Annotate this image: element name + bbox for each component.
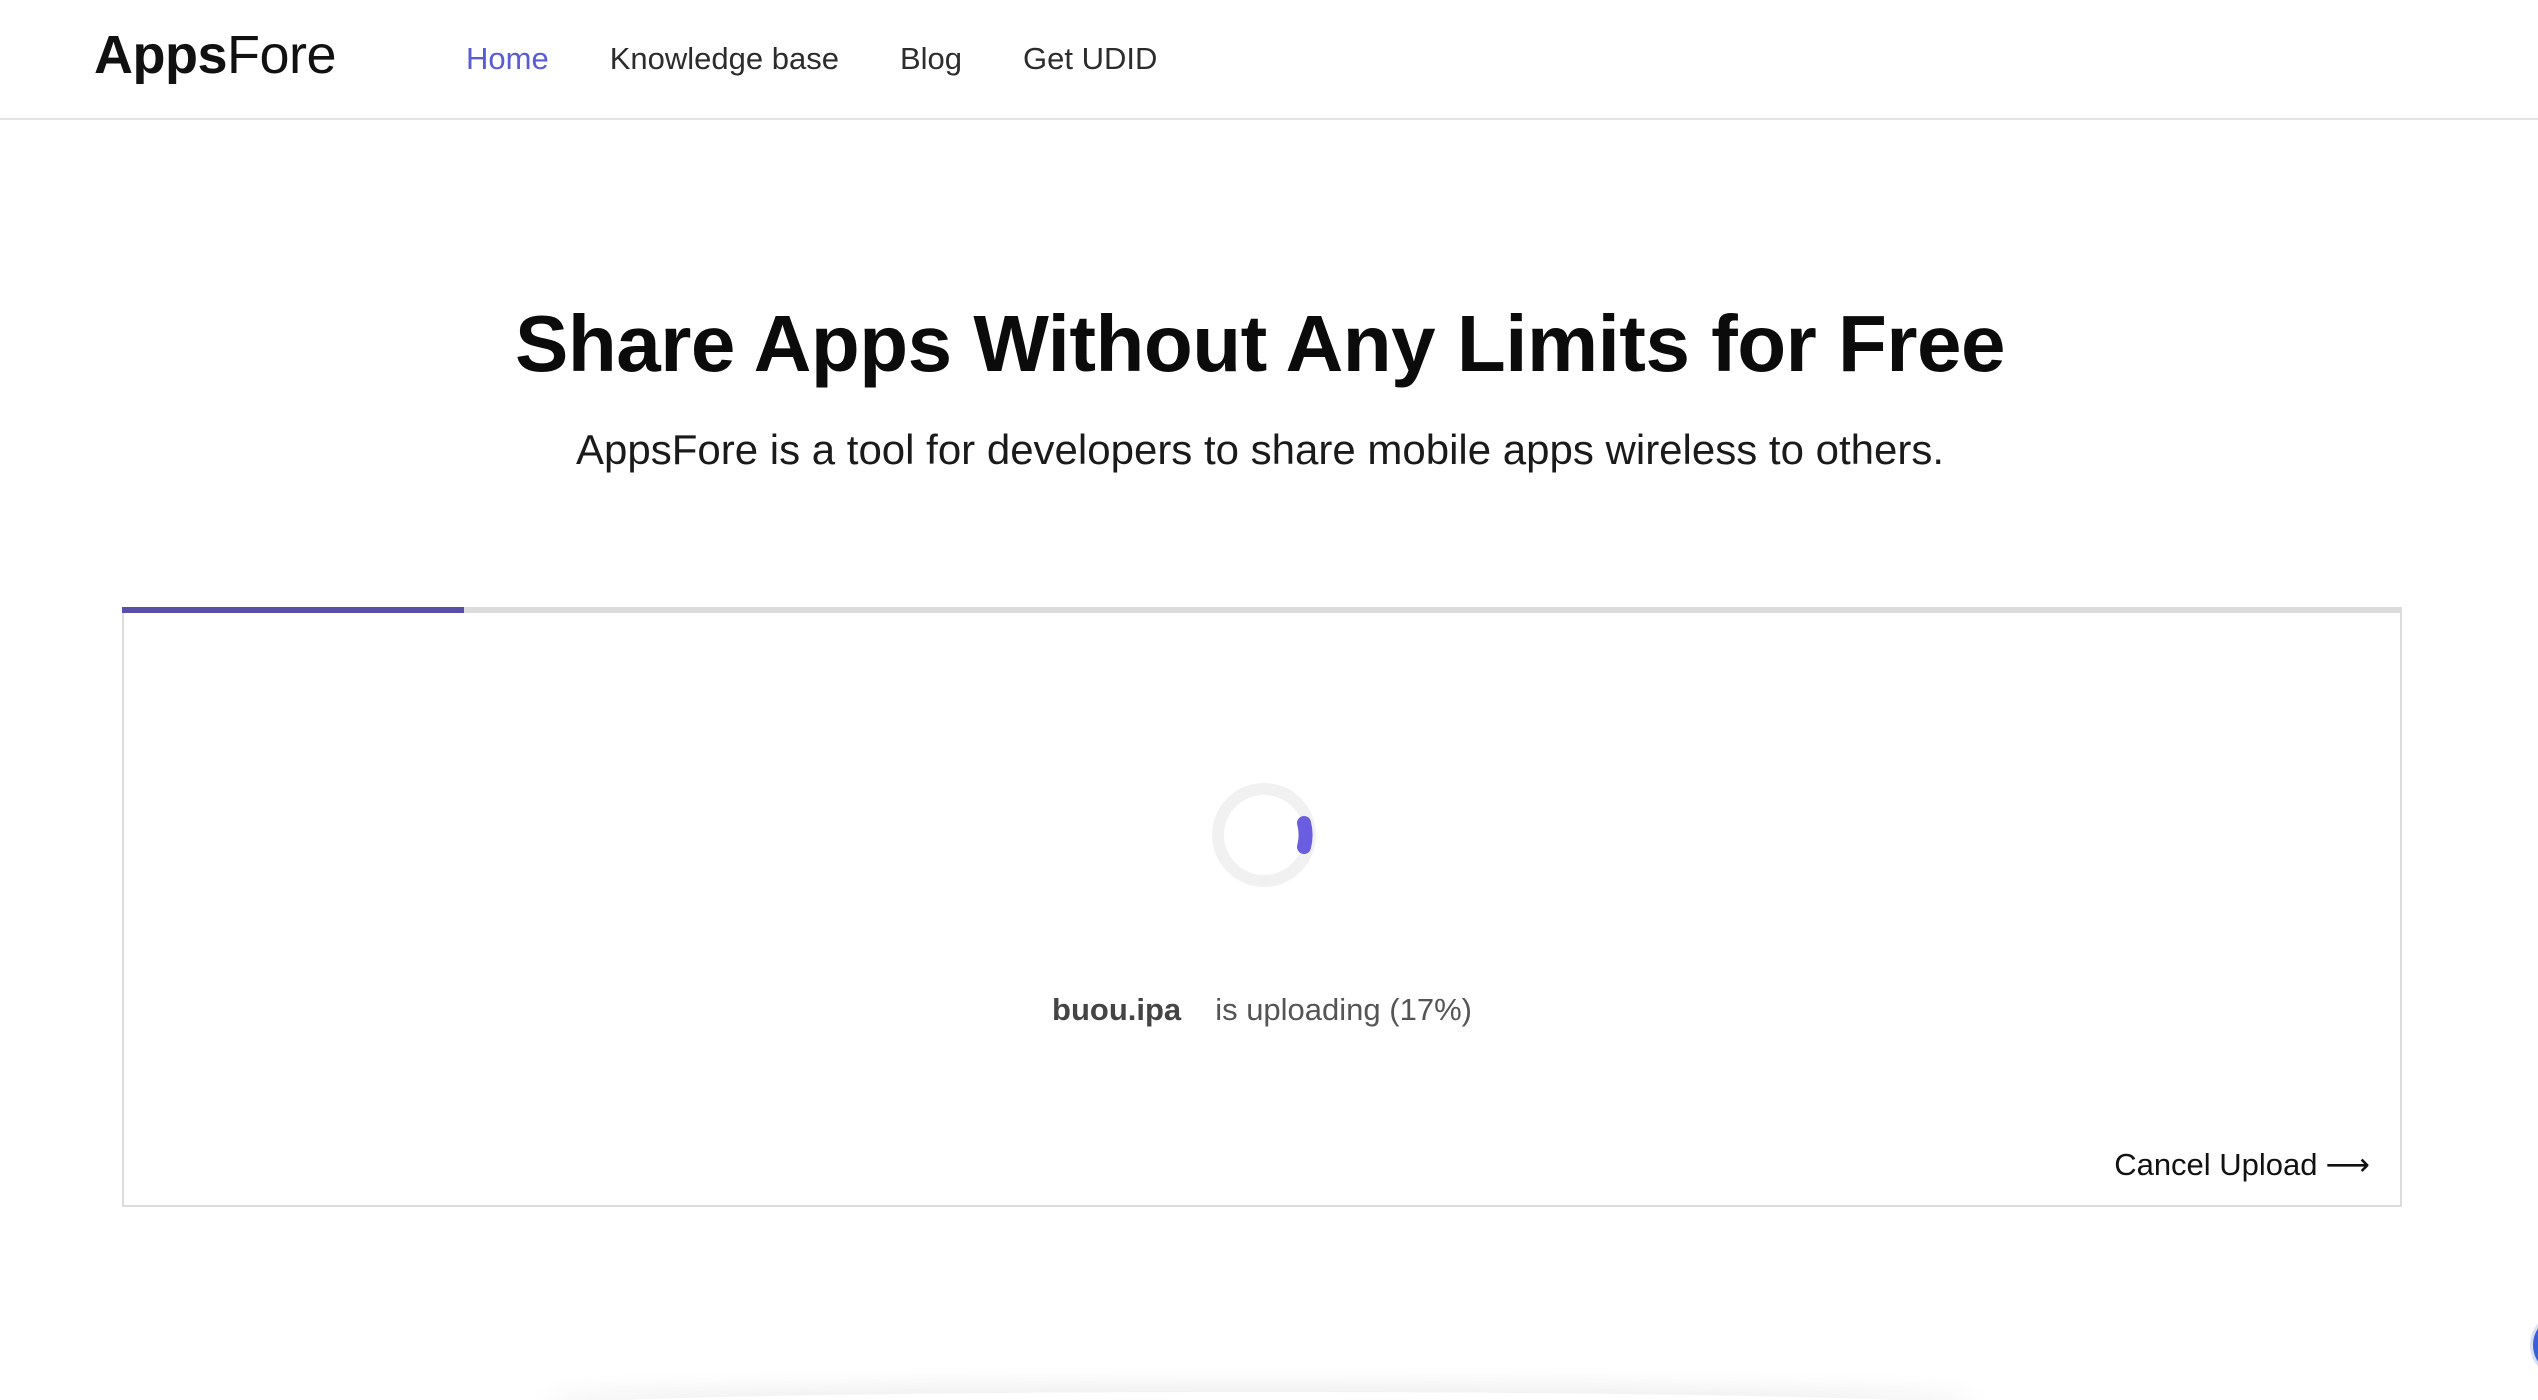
logo-light-text: Fore	[227, 25, 337, 85]
upload-progress-bar	[122, 607, 2402, 613]
main-nav: Home Knowledge base Blog Get UDID	[466, 40, 1218, 77]
cancel-upload-link[interactable]: Cancel Upload ⟶	[2114, 1146, 2370, 1183]
hero-title: Share Apps Without Any Limits for Free	[514, 299, 2006, 388]
nav-home[interactable]: Home	[466, 40, 549, 77]
page: AppsFore Home Knowledge base Blog Get UD…	[0, 0, 2538, 1400]
nav-knowledge-base[interactable]: Knowledge base	[610, 40, 839, 77]
logo-bold-text: Apps	[94, 25, 228, 85]
logo[interactable]: AppsFore	[94, 25, 337, 85]
upload-progress-fill	[122, 607, 464, 613]
upload-file-name: buou.ipa	[1052, 992, 1182, 1027]
nav-get-udid[interactable]: Get UDID	[1023, 40, 1157, 77]
cancel-upload-label: Cancel Upload	[2114, 1146, 2318, 1182]
arrow-right-icon: ⟶	[2325, 1146, 2370, 1182]
nav-blog[interactable]: Blog	[900, 40, 962, 77]
chat-widget-icon[interactable]	[2530, 1312, 2538, 1378]
loading-spinner-icon	[1212, 783, 1316, 887]
bottom-section-edge	[540, 1392, 1980, 1400]
upload-status: buou.ipa is uploading (17%)	[124, 991, 2400, 1028]
hero-subtitle: AppsFore is a tool for developers to sha…	[575, 426, 1944, 473]
upload-status-text: is uploading (17%)	[1215, 992, 1472, 1027]
upload-panel: buou.ipa is uploading (17%) Cancel Upload…	[122, 607, 2402, 1207]
site-header: AppsFore Home Knowledge base Blog Get UD…	[0, 0, 2538, 120]
